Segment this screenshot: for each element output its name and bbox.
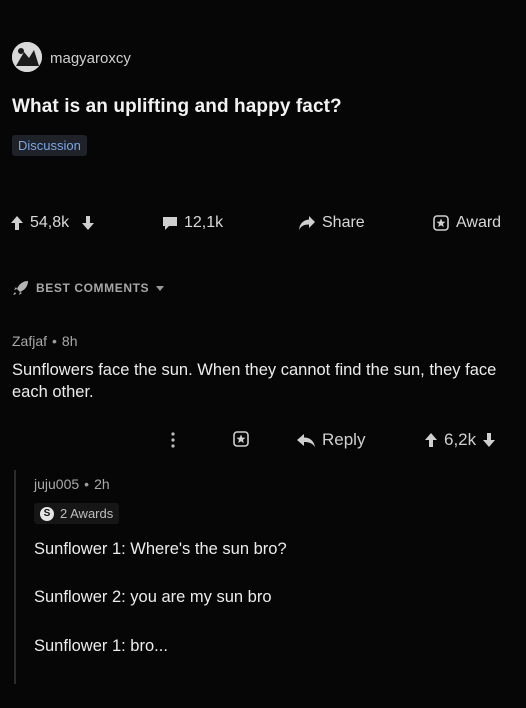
comment-body: Sunflowers face the sun. When they canno… — [12, 361, 497, 401]
share-icon — [298, 215, 316, 231]
comment-author[interactable]: Zafjaf — [12, 333, 47, 349]
reply-label: Reply — [322, 430, 366, 449]
comment-award-button[interactable] — [232, 430, 250, 448]
sort-label: BEST COMMENTS — [36, 281, 150, 295]
reply-button[interactable]: Reply — [296, 430, 365, 450]
avatar[interactable] — [12, 42, 42, 72]
comment-time: 8h — [61, 333, 78, 349]
comment-count: 12,1k — [184, 214, 224, 231]
award-button[interactable]: Award — [432, 214, 501, 232]
thread-line[interactable] — [14, 470, 16, 684]
reply-meta: juju005 • 2h — [34, 476, 110, 492]
comment-meta: Zafjaf • 8h — [12, 333, 78, 349]
comment-vote-control: 6,2k — [424, 430, 496, 450]
award-icon — [432, 214, 450, 232]
meta-separator: • — [84, 476, 90, 492]
award-icon — [232, 430, 250, 448]
comment-sort-dropdown[interactable]: BEST COMMENTS — [12, 280, 165, 296]
meta-separator: • — [52, 333, 57, 349]
chevron-down-icon — [155, 284, 165, 292]
comment-icon — [162, 215, 178, 231]
upvote-icon[interactable] — [424, 432, 438, 448]
reply-author[interactable]: juju005 — [34, 476, 79, 492]
awards-badge[interactable]: S 2 Awards — [34, 503, 120, 524]
silver-award-icon: S — [40, 506, 54, 521]
post-score: 54,8k — [30, 214, 70, 231]
comment-score: 6,2k — [444, 430, 477, 449]
more-options-button[interactable] — [170, 431, 176, 449]
downvote-icon[interactable] — [482, 432, 496, 448]
reply-time: 2h — [94, 476, 110, 492]
downvote-icon[interactable] — [81, 215, 95, 231]
comments-button[interactable]: 12,1k — [162, 214, 223, 232]
post-action-bar: 54,8k 12,1k Share Award — [10, 212, 522, 238]
share-label: Share — [322, 214, 365, 231]
post-author[interactable]: magyaroxcy — [50, 50, 131, 67]
reply-line: Sunflower 2: you are my sun bro — [34, 588, 272, 606]
upvote-icon[interactable] — [10, 215, 24, 231]
comment-action-bar: Reply 6,2k — [170, 428, 522, 454]
post-title: What is an uplifting and happy fact? — [12, 96, 342, 117]
reply-line: Sunflower 1: Where's the sun bro? — [34, 540, 287, 558]
post-flair[interactable]: Discussion — [12, 135, 87, 156]
share-button[interactable]: Share — [298, 214, 365, 232]
rocket-icon — [12, 280, 30, 296]
reply-icon — [296, 432, 316, 448]
vote-control: 54,8k — [10, 214, 95, 232]
more-vertical-icon — [170, 431, 176, 449]
reply-line: Sunflower 1: bro... — [34, 637, 168, 655]
award-label: Award — [456, 214, 502, 231]
awards-label: 2 Awards — [60, 506, 114, 521]
